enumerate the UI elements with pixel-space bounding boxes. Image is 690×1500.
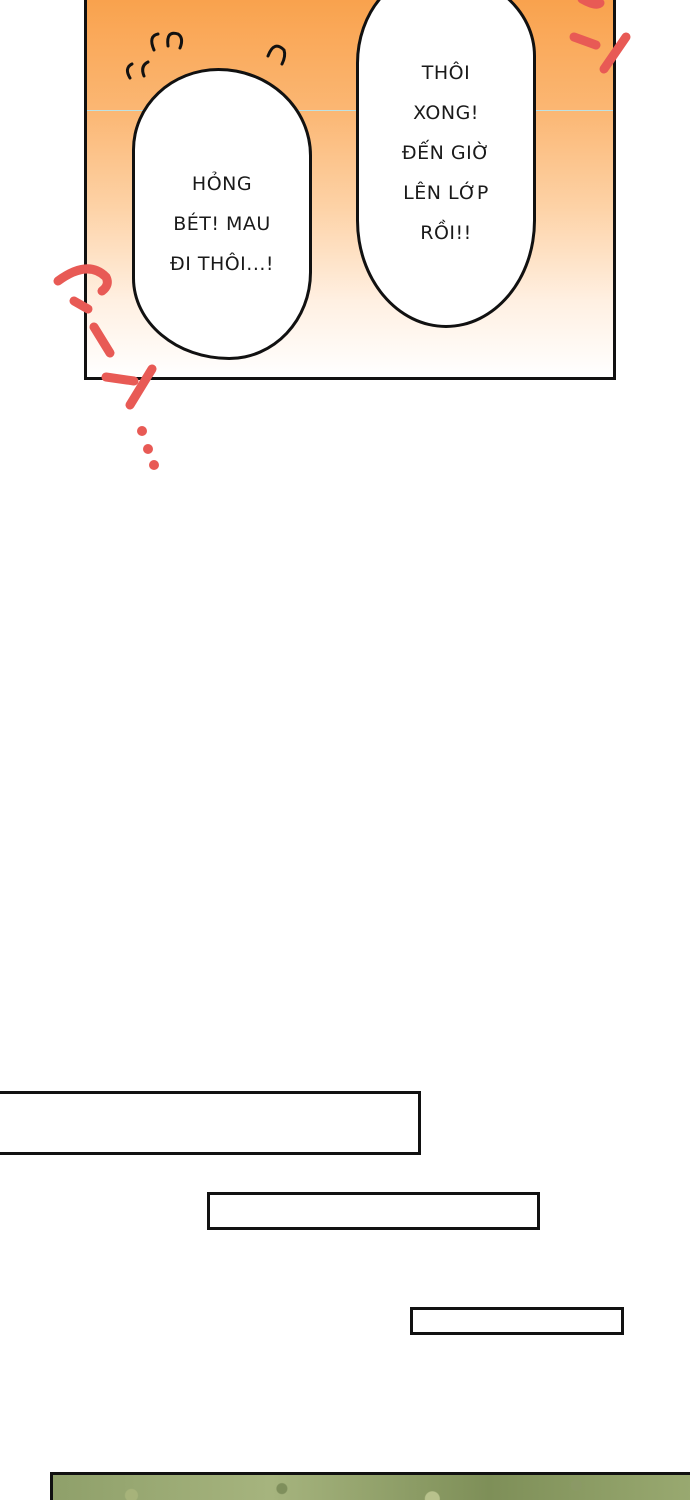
speech-text-left: HỎNG BÉT! MAU ĐI THÔI...! xyxy=(169,173,275,275)
empty-panel-wide xyxy=(0,1091,421,1155)
speech-bubble-right: THÔI XONG! ĐẾN GIỜ LÊN LỚP RỒI!! xyxy=(356,0,536,328)
comic-panel-bottom-foliage xyxy=(50,1472,690,1500)
empty-panel-middle xyxy=(207,1192,540,1230)
motion-line-icon xyxy=(569,0,631,74)
motion-line-icon xyxy=(53,264,159,470)
speech-text-right: THÔI XONG! ĐẾN GIỜ LÊN LỚP RỒI!! xyxy=(401,62,491,244)
empty-panel-small xyxy=(410,1307,624,1335)
